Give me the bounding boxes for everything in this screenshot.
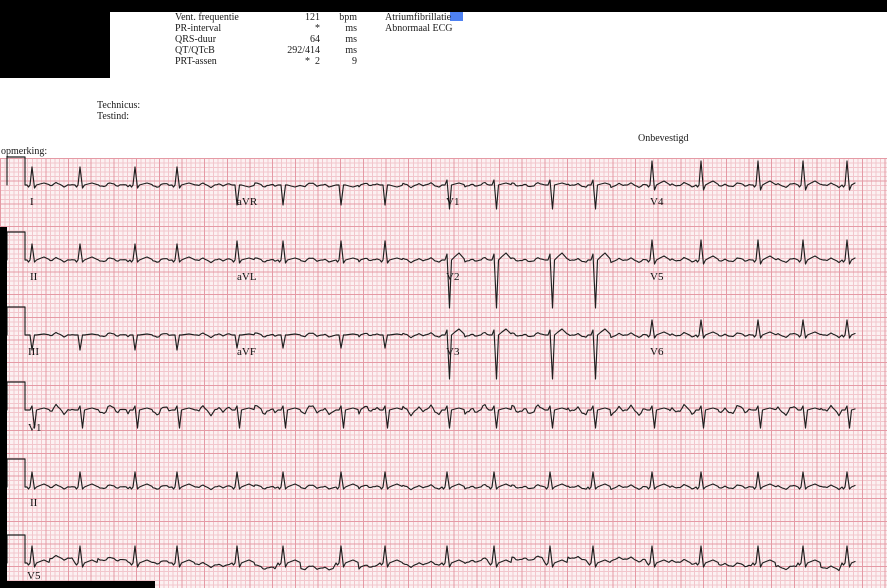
measurement-label: Vent. frequentie [175,12,239,23]
measurement-value: * [315,23,320,34]
interpretation-line-abnormaal-ecg[interactable]: Abnormaal ECG [385,23,453,34]
ecg-waveforms [6,156,856,572]
measurement-unit: ms [345,45,357,56]
measurement-value: * 2 [305,56,320,67]
measurement-label: PRT-assen [175,56,217,67]
comment-label: opmerking: [1,146,48,157]
ecg-trace-row [6,156,856,210]
measurement-row: QRS-duur 64 ms [175,34,357,45]
frame-bottom-left-bar [0,581,155,588]
measurement-unit: 9 [352,56,357,67]
technician-block: Technicus: Testind: [97,100,140,122]
measurement-label: QT/QTcB [175,45,215,56]
measurement-row: PR-interval * ms [175,23,357,34]
status-unconfirmed-label: Onbevestigd [638,133,689,144]
measurement-row: PRT-assen * 2 9 [175,56,357,67]
measurement-unit: ms [345,23,357,34]
frame-top-left-block [0,0,110,78]
ecg-report-page: IaVR V1 V4 II aVL V2 V5 III aVF V3 V6 V1 II V5 Vent. … [0,0,887,588]
ecg-trace-row [6,231,856,309]
frame-left-bar [0,227,7,588]
ecg-trace-row [6,306,856,380]
measurement-row: QT/QTcB 292/414 ms [175,45,357,56]
frame-top-bar [0,0,887,12]
measurement-value: 121 [305,12,320,23]
ecg-trace-row [6,458,856,491]
test-indication-label: Testind: [97,111,130,122]
measurement-unit: ms [345,34,357,45]
measurement-label: PR-interval [175,23,222,34]
interpretation-panel: Atriumfibrillatie Abnormaal ECG [385,12,453,34]
ecg-trace-row [6,381,856,429]
measurement-row: Vent. frequentie 121 bpm [175,12,357,23]
measurement-unit: bpm [339,12,357,23]
measurement-label: QRS-duur [175,34,217,45]
ecg-trace-row [6,534,856,572]
measurement-value: 292/414 [287,45,320,56]
interpretation-line-atriumfibrillatie[interactable]: Atriumfibrillatie [385,12,453,23]
technician-label: Technicus: [97,100,141,111]
measurement-value: 64 [310,34,320,45]
measurements-panel: Vent. frequentie 121 bpm PR-interval * m… [175,12,357,67]
